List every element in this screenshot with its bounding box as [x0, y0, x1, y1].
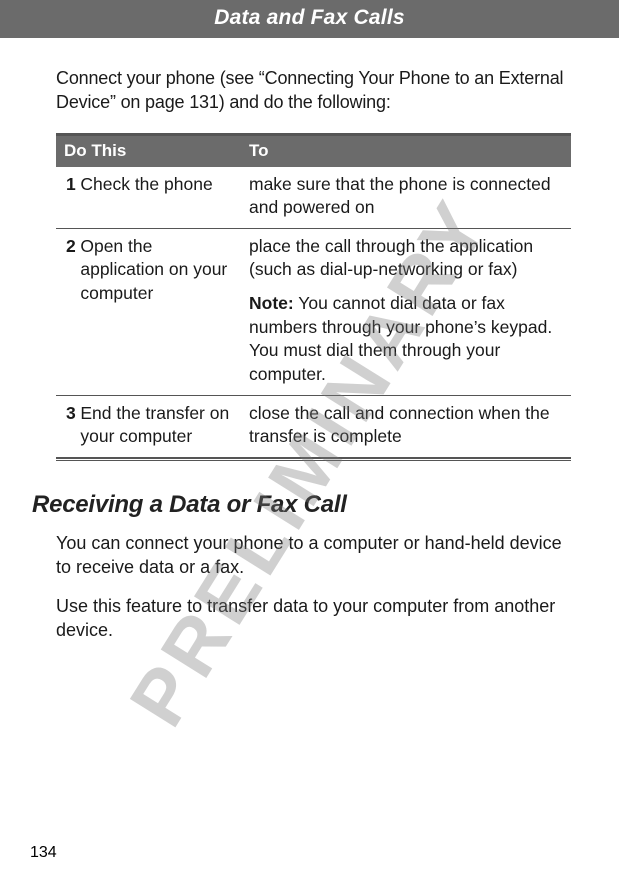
- section-heading: Receiving a Data or Fax Call: [32, 489, 571, 521]
- intro-text: Connect your phone (see “Connecting Your…: [56, 66, 571, 115]
- step-number: 3: [56, 395, 78, 457]
- header-title: Data and Fax Calls: [214, 6, 405, 29]
- steps-table: Do This To 1 Check the phone make sure t…: [56, 136, 571, 457]
- section-paragraph: You can connect your phone to a computer…: [56, 531, 571, 580]
- steps-table-wrap: Do This To 1 Check the phone make sure t…: [56, 133, 571, 461]
- step-number: 2: [56, 228, 78, 395]
- step-to: place the call through the application (…: [241, 228, 571, 395]
- section-paragraph: Use this feature to transfer data to you…: [56, 594, 571, 643]
- note-label: Note:: [249, 293, 294, 313]
- page-number: 134: [30, 844, 57, 862]
- step-do: End the transfer on your computer: [78, 395, 241, 457]
- col-header-do: Do This: [56, 136, 241, 167]
- content-area: Connect your phone (see “Connecting Your…: [0, 38, 619, 642]
- header-bar: Data and Fax Calls: [0, 0, 619, 38]
- step-to: close the call and connection when the t…: [241, 395, 571, 457]
- step-do: Check the phone: [78, 167, 241, 229]
- col-header-to: To: [241, 136, 571, 167]
- table-row: 2 Open the application on your computer …: [56, 228, 571, 395]
- step-number: 1: [56, 167, 78, 229]
- step-to-note: Note: You cannot dial data or fax number…: [249, 292, 563, 387]
- table-header-row: Do This To: [56, 136, 571, 167]
- table-row: 3 End the transfer on your computer clos…: [56, 395, 571, 457]
- step-to: make sure that the phone is connected an…: [241, 167, 571, 229]
- table-row: 1 Check the phone make sure that the pho…: [56, 167, 571, 229]
- step-do: Open the application on your computer: [78, 228, 241, 395]
- step-to-main: place the call through the application (…: [249, 235, 563, 282]
- page: Data and Fax Calls PRELIMINARY Connect y…: [0, 0, 619, 888]
- note-text: You cannot dial data or fax numbers thro…: [249, 293, 552, 384]
